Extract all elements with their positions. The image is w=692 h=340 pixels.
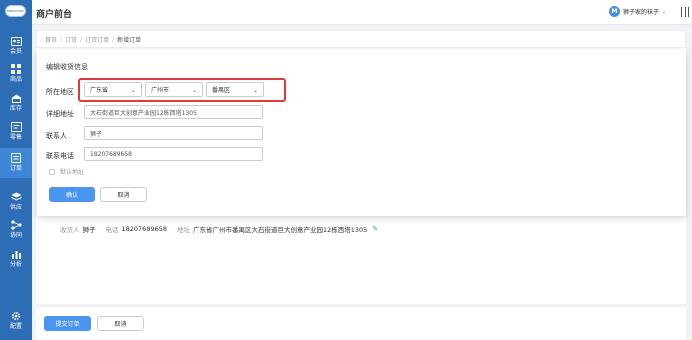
receiver-info: 收货人 狮子 电话 18207689658 地址 广东省广州市番禺区大石街道巨大… [60,224,378,234]
breadcrumb-separator: / [112,35,115,43]
warehouse-icon [11,93,22,103]
dialog-title: 编辑收货信息 [46,63,88,71]
confirm-button[interactable]: 确认 [49,187,95,202]
member-card-icon [10,36,22,46]
app-logo[interactable]: MERCHANT [5,5,26,17]
sidebar-item-member[interactable]: 会员 [0,31,32,61]
breadcrumb-home[interactable]: 首页 [45,35,57,44]
logo-text: MERCHANT [7,9,24,13]
edit-icon[interactable]: ✎ [372,225,378,233]
contact-field-value: 狮子 [90,130,103,138]
receiver-name-value: 狮子 [82,226,96,234]
sidebar-item-config[interactable]: 配置 [0,306,32,336]
breadcrumb-current: 新增订单 [117,36,142,44]
breadcrumb-separator: / [80,35,83,43]
phone-field[interactable]: 18207689658 [84,147,263,161]
receiver-phone-label: 电话 [105,226,119,234]
default-address-checkbox[interactable] [49,168,55,175]
grid-icon [11,64,22,74]
sidebar-item-label: 商品 [9,76,22,83]
user-name: 狮子家的袜子 [623,9,660,16]
sidebar: MERCHANT 会员 商品 库存 零售 订单 供应 协同 分析 配置 [0,0,32,340]
sidebar-item-goods[interactable]: 商品 [0,59,32,89]
footer-cancel-button[interactable]: 取消 [97,316,144,331]
chevron-down-icon: ⌄ [662,8,667,15]
region-label: 所在地区 [46,88,74,96]
sidebar-item-label: 库存 [9,105,22,112]
footer-bar: 提交订单 取消 [36,306,686,340]
retail-icon [10,122,22,132]
gear-icon [11,311,22,321]
sidebar-item-retail[interactable]: 零售 [0,117,32,147]
receiver-phone-value: 18207689658 [121,225,168,233]
layers-icon [10,192,22,202]
receiver-address-label: 地址 [177,226,190,234]
order-list-icon [11,153,22,163]
default-address-option[interactable]: 默认地址 [49,167,84,176]
address-field[interactable]: 大石街道巨大创意产业园12栋西塔1305 [84,105,263,119]
sidebar-item-label: 会员 [9,48,22,55]
menu-icon[interactable] [681,7,689,17]
default-address-label: 默认地址 [60,169,85,176]
sidebar-item-supply[interactable]: 供应 [0,187,32,217]
phone-field-value: 18207689658 [90,150,132,158]
top-bar: 商户前台 M 狮子家的袜子 ⌄ [32,0,692,25]
breadcrumb-order-list[interactable]: 订货订单 [85,35,109,44]
address-label: 详细地址 [46,110,74,118]
sidebar-item-label: 供应 [9,204,22,211]
contact-label: 联系人 [46,132,67,140]
sidebar-item-label: 零售 [9,134,22,141]
region-highlight-box [78,78,286,102]
breadcrumb-order[interactable]: 订货 [65,35,77,44]
sidebar-item-label: 协同 [9,232,22,239]
sidebar-item-analysis[interactable]: 分析 [0,244,32,274]
receiver-name-label: 收货人 [60,226,80,234]
edit-shipping-dialog: 编辑收货信息 所在地区 广东省 ⌄ 广州市 ⌄ 番禺区 ⌄ 详细地址 大石街道巨… [37,50,686,216]
avatar: M [609,6,620,17]
chart-icon [11,249,22,259]
breadcrumb-separator: / [60,35,63,43]
contact-field[interactable]: 狮子 [84,126,263,140]
sidebar-item-collab[interactable]: 协同 [0,215,32,245]
sidebar-item-inventory[interactable]: 库存 [0,88,32,118]
address-field-value: 大石街道巨大创意产业园12栋西塔1305 [90,109,197,117]
network-icon [10,220,22,230]
sidebar-item-label: 配置 [9,323,22,330]
receiver-address-value: 广东省广州市番禺区大石街道巨大创意产业园12栋西塔1305 [193,226,368,234]
phone-label: 联系电话 [46,152,74,160]
submit-order-button[interactable]: 提交订单 [44,316,91,331]
app-title: 商户前台 [36,10,73,20]
sidebar-item-label: 分析 [9,261,22,268]
cancel-button[interactable]: 取消 [100,187,147,202]
sidebar-item-order[interactable]: 订单 [0,148,32,178]
user-menu[interactable]: M 狮子家的袜子 ⌄ [609,6,666,17]
sidebar-item-label: 订单 [9,165,22,172]
breadcrumb: 首页 / 订货 / 订货订单 / 新增订单 [36,30,686,48]
